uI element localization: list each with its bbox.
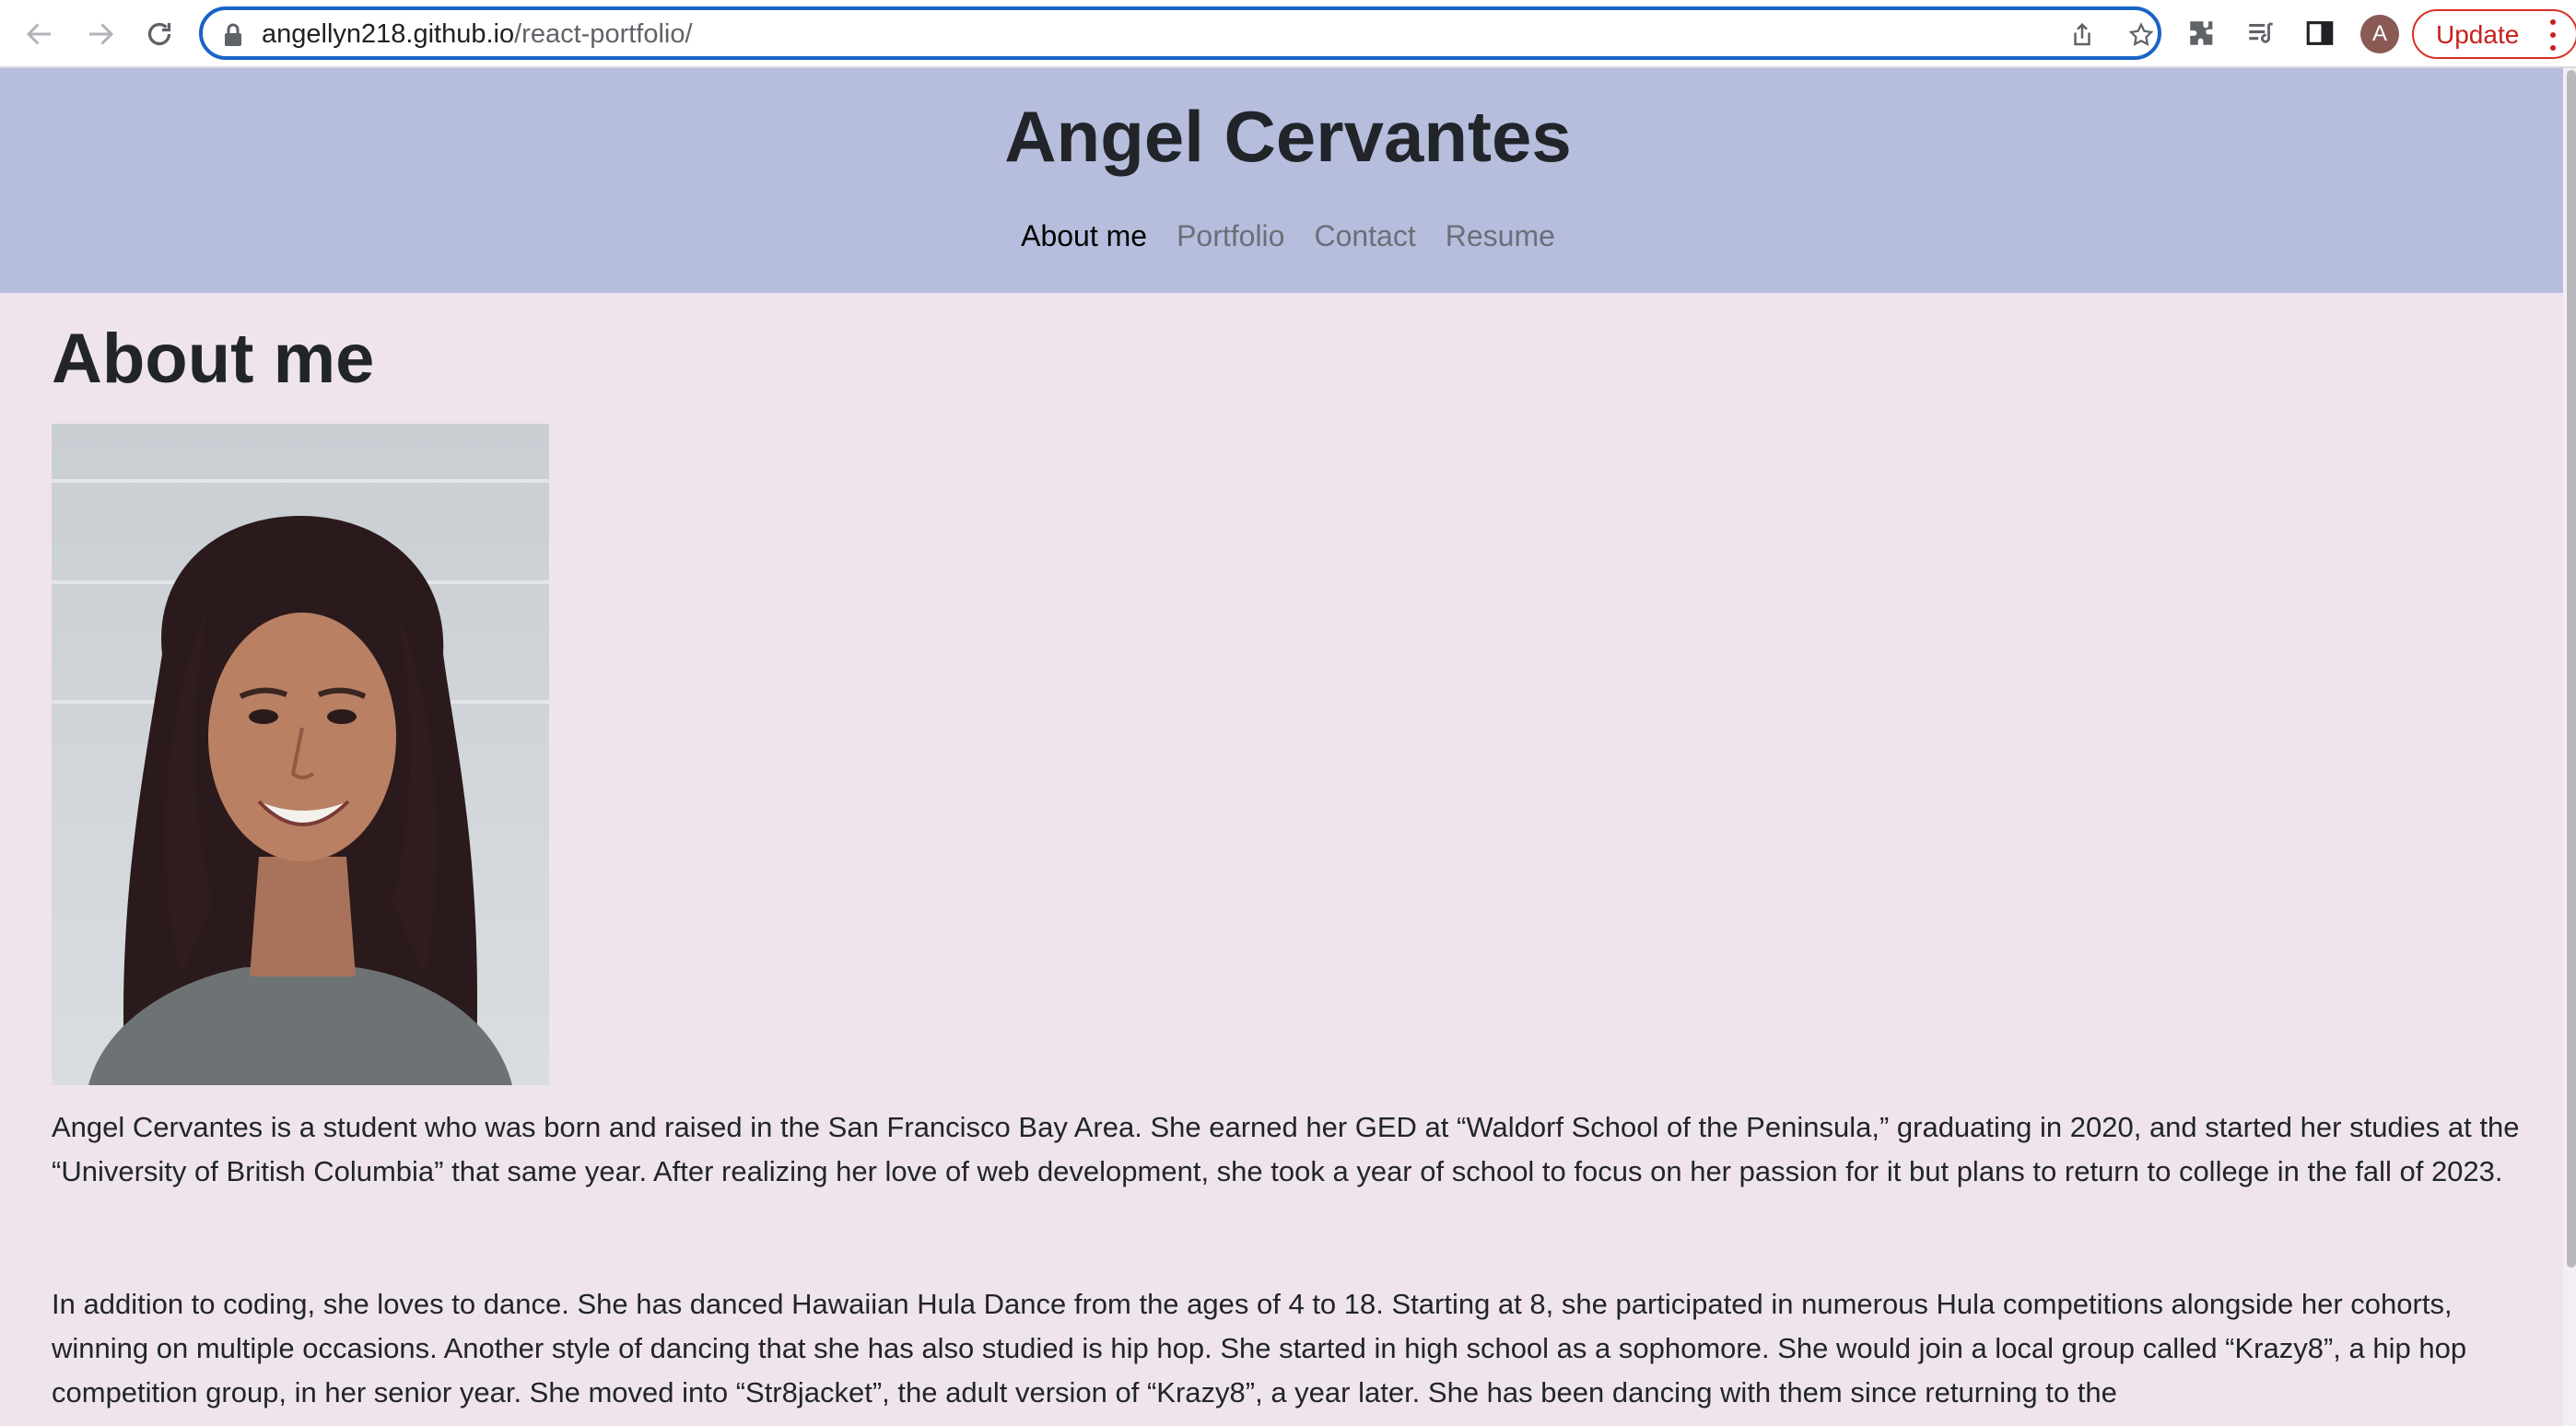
forward-button[interactable]: [77, 11, 123, 57]
nav-link-resume[interactable]: Resume: [1446, 216, 1555, 256]
nav-link-about-me[interactable]: About me: [1021, 216, 1147, 256]
site-header: Angel Cervantes About me Portfolio Conta…: [0, 68, 2576, 293]
profile-initial: A: [2371, 21, 2387, 46]
about-paragraph-1: Angel Cervantes is a student who was bor…: [52, 1111, 2520, 1187]
browser-toolbar: angellyn218.github.io/react-portfolio/ A…: [0, 0, 2576, 68]
media-controls-button[interactable]: [2242, 15, 2279, 52]
page-heading: About me: [52, 320, 375, 398]
site-title: Angel Cervantes: [1004, 96, 1572, 177]
profile-photo: [52, 424, 549, 1085]
share-button[interactable]: [2066, 18, 2099, 52]
more-vertical-icon: [2547, 19, 2559, 51]
scrollbar-thumb[interactable]: [2567, 70, 2576, 1268]
side-panel-button[interactable]: [2301, 15, 2338, 52]
address-bar[interactable]: angellyn218.github.io/react-portfolio/: [199, 6, 2161, 60]
nav-link-portfolio[interactable]: Portfolio: [1177, 216, 1284, 256]
portrait-image: [52, 424, 549, 1085]
bookmark-button[interactable]: [2125, 18, 2158, 52]
address-url[interactable]: angellyn218.github.io/react-portfolio/: [262, 19, 693, 49]
nav-link-contact[interactable]: Contact: [1314, 216, 1415, 256]
star-icon: [2128, 22, 2154, 46]
reload-button[interactable]: [136, 11, 182, 57]
lock-icon: [225, 23, 241, 46]
url-host: angellyn218.github.io: [262, 19, 515, 49]
puzzle-icon: [2190, 21, 2213, 45]
extensions-button[interactable]: [2184, 15, 2220, 52]
update-label: Update: [2436, 20, 2520, 49]
about-paragraph-2: In addition to coding, she loves to danc…: [52, 1288, 2467, 1408]
reload-icon: [147, 22, 171, 46]
share-icon: [2074, 22, 2090, 46]
playlist-icon: [2249, 22, 2273, 43]
back-button[interactable]: [17, 11, 63, 57]
update-button[interactable]: Update: [2412, 9, 2576, 59]
site-nav: About me Portfolio Contact Resume: [0, 216, 2576, 256]
arrow-right-icon: [89, 23, 114, 45]
profile-avatar[interactable]: A: [2360, 15, 2399, 53]
arrow-left-icon: [26, 23, 51, 45]
side-panel-icon: [2306, 21, 2334, 45]
url-path: /react-portfolio/: [514, 19, 693, 49]
